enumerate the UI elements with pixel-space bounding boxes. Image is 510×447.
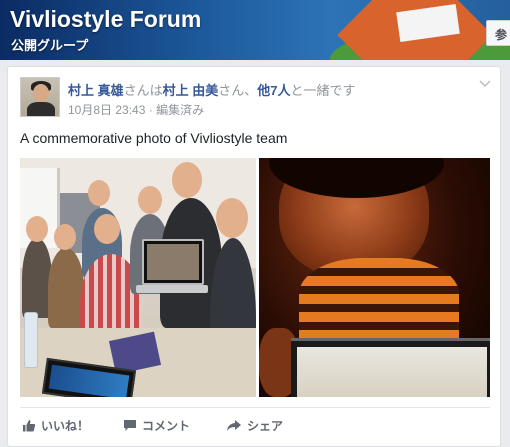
comment-button[interactable]: コメント xyxy=(123,417,190,434)
team-photo-left[interactable] xyxy=(20,158,256,397)
comment-label: コメント xyxy=(142,419,191,433)
group-cover: Vivliostyle Forum 公開グループ 参 xyxy=(0,0,510,60)
share-label: シェア xyxy=(247,419,284,433)
with-suffix: と一緒です xyxy=(290,83,356,98)
join-group-button[interactable]: 参 xyxy=(486,20,510,46)
edited-label[interactable]: 編集済み xyxy=(156,103,204,117)
like-label: いいね！ xyxy=(41,419,90,433)
author-avatar[interactable] xyxy=(20,77,60,117)
post-card: 村上 真雄さんは村上 由美さん、他7人と一緒です 10月8日 23:43 · 編… xyxy=(7,66,501,447)
water-bottle xyxy=(24,312,38,368)
tagged-person[interactable]: 村上 由美 xyxy=(163,83,219,98)
team-photo-right[interactable] xyxy=(259,158,490,397)
author-name[interactable]: 村上 真雄 xyxy=(68,83,124,98)
share-icon xyxy=(227,420,241,431)
post-text: A commemorative photo of Vivliostyle tea… xyxy=(20,130,288,146)
group-name[interactable]: Vivliostyle Forum xyxy=(10,6,201,33)
post-date[interactable]: 10月8日 23:43 xyxy=(68,103,145,117)
laptop-with-group-photo xyxy=(291,338,490,397)
like-button[interactable]: いいね！ xyxy=(22,417,89,434)
others-link[interactable]: 他7人 xyxy=(257,83,290,98)
laptop-screen xyxy=(142,239,204,285)
comment-icon xyxy=(124,420,136,431)
meta-separator: · xyxy=(145,103,157,117)
chevron-down-icon[interactable] xyxy=(478,79,492,89)
group-privacy: 公開グループ xyxy=(11,38,89,53)
post-header: 村上 真雄さんは村上 由美さん、他7人と一緒です xyxy=(68,80,356,99)
share-button[interactable]: シェア xyxy=(226,417,283,434)
divider xyxy=(20,407,490,408)
with-prefix: さんは xyxy=(123,83,163,98)
post-meta: 10月8日 23:43 · 編集済み xyxy=(68,101,204,118)
tagged-suffix: さん、 xyxy=(218,83,258,98)
thumbs-up-icon xyxy=(23,420,36,432)
